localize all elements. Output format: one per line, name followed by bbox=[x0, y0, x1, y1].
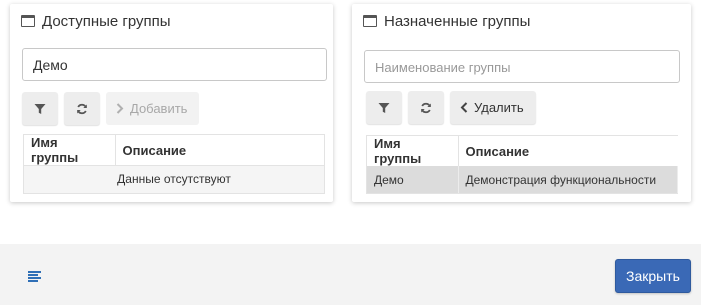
filter-icon bbox=[34, 103, 46, 114]
refresh-icon bbox=[77, 103, 87, 114]
column-header-description[interactable]: Описание bbox=[458, 136, 678, 166]
assigned-groups-panel: Назначенные группы Удалить bbox=[352, 4, 691, 202]
refresh-button[interactable] bbox=[64, 92, 100, 125]
remove-button-label: Удалить bbox=[474, 100, 524, 115]
table-row[interactable]: Демо Демонстрация функциональности bbox=[367, 166, 678, 193]
assigned-toolbar: Удалить bbox=[366, 91, 536, 124]
menu-icon[interactable] bbox=[28, 271, 41, 282]
filter-icon bbox=[378, 102, 390, 113]
available-groups-panel: Доступные группы Добавить bbox=[10, 4, 333, 202]
cell-group-name: Демо bbox=[367, 166, 459, 193]
available-groups-title: Доступные группы bbox=[42, 12, 171, 30]
window-icon bbox=[21, 15, 35, 27]
add-button-label: Добавить bbox=[130, 101, 188, 116]
available-toolbar: Добавить bbox=[22, 92, 200, 125]
assigned-groups-table: Имя группы Описание Демо Демонстрация фу… bbox=[366, 135, 678, 194]
dialog-footer: Закрыть bbox=[0, 244, 701, 305]
assigned-groups-title: Назначенные группы bbox=[384, 12, 531, 30]
window-icon bbox=[363, 15, 377, 27]
column-header-description[interactable]: Описание bbox=[115, 135, 324, 166]
filter-button[interactable] bbox=[366, 91, 402, 124]
cell-description: Демонстрация функциональности bbox=[458, 166, 678, 193]
remove-button[interactable]: Удалить bbox=[450, 91, 536, 124]
column-header-group-name[interactable]: Имя группы bbox=[24, 135, 116, 166]
add-button[interactable]: Добавить bbox=[106, 92, 200, 125]
close-button[interactable]: Закрыть bbox=[615, 259, 691, 293]
chevron-right-icon bbox=[116, 103, 124, 114]
chevron-left-icon bbox=[460, 102, 468, 113]
refresh-button[interactable] bbox=[408, 91, 444, 124]
available-groups-header: Доступные группы bbox=[21, 12, 171, 30]
filter-button[interactable] bbox=[22, 92, 58, 125]
assigned-groups-header: Назначенные группы bbox=[363, 12, 530, 30]
available-search-input[interactable] bbox=[22, 48, 327, 81]
refresh-icon bbox=[421, 102, 431, 113]
column-header-group-name[interactable]: Имя группы bbox=[367, 136, 459, 166]
assigned-search-input[interactable] bbox=[364, 50, 680, 83]
available-groups-table: Имя группы Описание Данные отсутствуют bbox=[23, 134, 325, 194]
empty-message: Данные отсутствуют bbox=[24, 165, 324, 193]
